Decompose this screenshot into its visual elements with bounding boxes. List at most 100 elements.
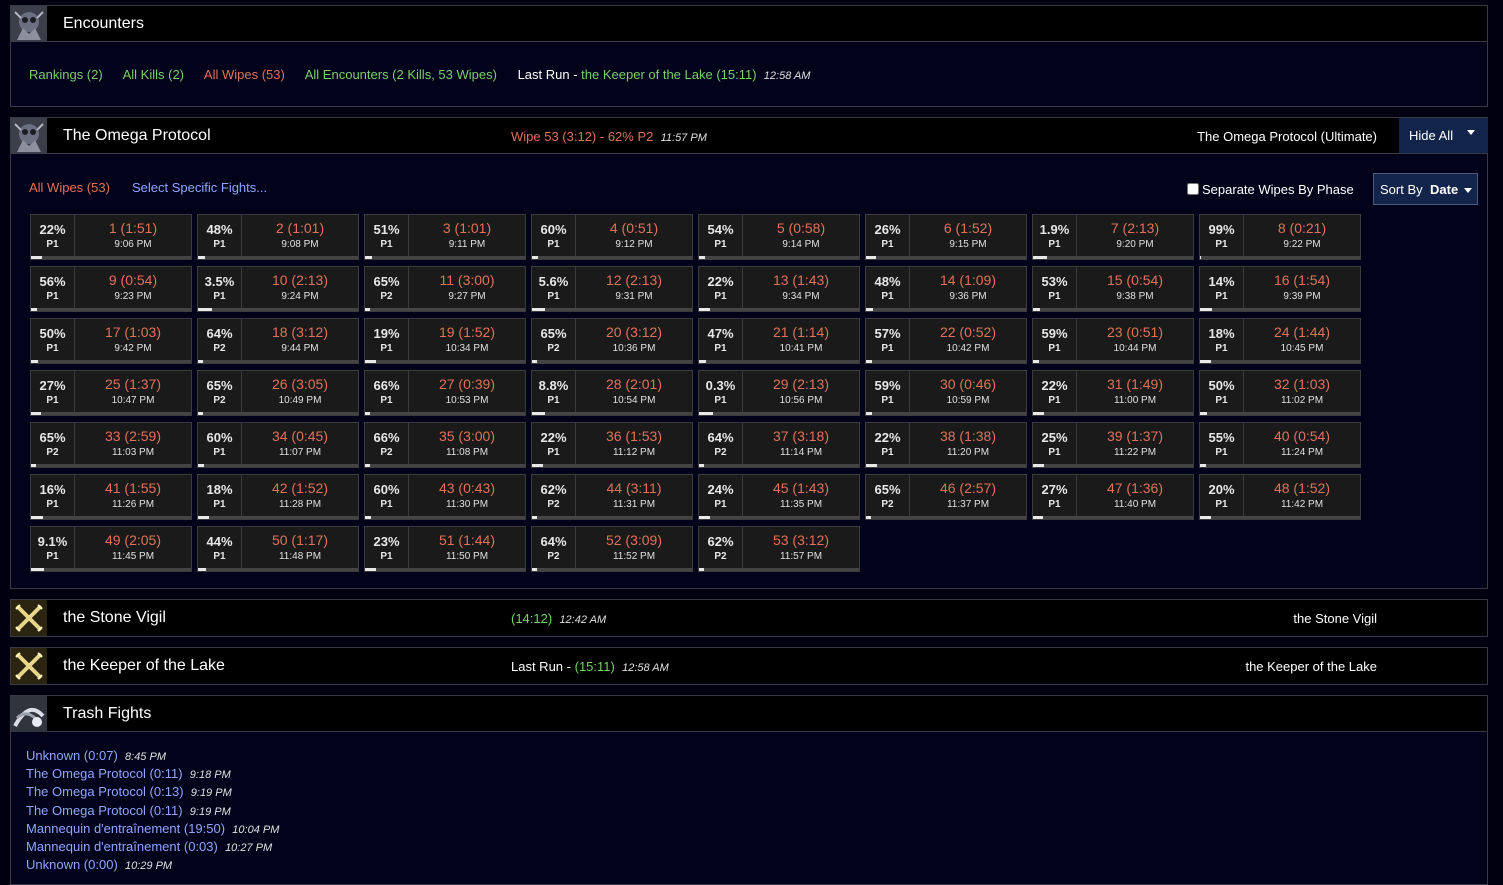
wipe-tile[interactable]: 23% P1 51 (1:44) 11:50 PM [364, 526, 526, 572]
wipe-tile[interactable]: 59% P1 30 (0:46) 10:59 PM [865, 370, 1027, 416]
wipe-tile[interactable]: 56% P1 9 (0:54) 9:23 PM [30, 266, 192, 312]
wipe-name: 34 (0:45) [271, 428, 329, 444]
wipe-progress-bar [198, 516, 209, 519]
trash-fight-link[interactable]: The Omega Protocol (0:11) [26, 766, 183, 781]
wipe-tile[interactable]: 47% P1 21 (1:14) 10:41 PM [698, 318, 860, 364]
wipe-tile[interactable]: 25% P1 39 (1:37) 11:22 PM [1032, 422, 1194, 468]
keeper-duration[interactable]: (15:11) [575, 659, 615, 674]
rankings-link[interactable]: Rankings (2) [29, 67, 103, 82]
trash-fight-link[interactable]: The Omega Protocol (0:13) [26, 784, 184, 799]
wipe-percent-cell: 50% P1 [31, 319, 75, 360]
wipe-tile[interactable]: 65% P2 33 (2:59) 11:03 PM [30, 422, 192, 468]
wipe-tile[interactable]: 14% P1 16 (1:54) 9:39 PM [1199, 266, 1361, 312]
wipe-tile[interactable]: 3.5% P1 10 (2:13) 9:24 PM [197, 266, 359, 312]
sort-by-dropdown[interactable]: Sort By Date [1373, 173, 1478, 205]
wipe-tile[interactable]: 62% P2 53 (3:12) 11:57 PM [698, 526, 860, 572]
trash-fight-link[interactable]: Unknown (0:07) [26, 748, 118, 763]
wipe-tile[interactable]: 65% P2 26 (3:05) 10:49 PM [197, 370, 359, 416]
wipe-tile[interactable]: 20% P1 48 (1:52) 11:42 PM [1199, 474, 1361, 520]
wipe-progress-bar [31, 412, 41, 415]
wipe-progress-track [866, 360, 1026, 363]
separate-wipes-checkbox[interactable] [1187, 183, 1199, 195]
wipe-progress-bar [699, 360, 706, 363]
wipe-tile[interactable]: 22% P1 1 (1:51) 9:06 PM [30, 214, 192, 260]
wipe-tile[interactable]: 64% P2 52 (3:09) 11:52 PM [531, 526, 693, 572]
wipe-progress-track [198, 464, 358, 467]
wipe-tile[interactable]: 59% P1 23 (0:51) 10:44 PM [1032, 318, 1194, 364]
wipe-progress-bar [365, 412, 370, 415]
wipe-tile[interactable]: 64% P2 37 (3:18) 11:14 PM [698, 422, 860, 468]
wipe-tile[interactable]: 19% P1 19 (1:52) 10:34 PM [364, 318, 526, 364]
wipe-tile[interactable]: 99% P1 8 (0:21) 9:22 PM [1199, 214, 1361, 260]
select-specific-fights-link[interactable]: Select Specific Fights... [132, 180, 267, 195]
trash-fight-link[interactable]: Mannequin d'entraînement (0:03) [26, 839, 218, 854]
keeper-title[interactable]: the Keeper of the Lake [63, 657, 225, 675]
wipe-tile[interactable]: 22% P1 38 (1:38) 11:20 PM [865, 422, 1027, 468]
wipe-tile[interactable]: 65% P2 46 (2:57) 11:37 PM [865, 474, 1027, 520]
wipe-tile[interactable]: 5.6% P1 12 (2:13) 9:31 PM [531, 266, 693, 312]
wipe-tile[interactable]: 22% P1 36 (1:53) 11:12 PM [531, 422, 693, 468]
wipe-progress-track [31, 360, 191, 363]
wipe-tile[interactable]: 27% P1 47 (1:36) 11:40 PM [1032, 474, 1194, 520]
wipe-phase: P1 [1215, 343, 1228, 354]
wipe-tile[interactable]: 55% P1 40 (0:54) 11:24 PM [1199, 422, 1361, 468]
wipe-tile[interactable]: 50% P1 32 (1:03) 11:02 PM [1199, 370, 1361, 416]
latest-wipe-link[interactable]: Wipe 53 (3:12) - 62% P2 [511, 129, 653, 144]
stone-vigil-panel: the Stone Vigil (14:12) 12:42 AM the Sto… [10, 599, 1488, 637]
wipe-tile[interactable]: 18% P1 24 (1:44) 10:45 PM [1199, 318, 1361, 364]
wipe-tile[interactable]: 60% P1 4 (0:51) 9:12 PM [531, 214, 693, 260]
wipe-tile[interactable]: 66% P2 35 (3:00) 11:08 PM [364, 422, 526, 468]
wipe-tile[interactable]: 65% P2 11 (3:00) 9:27 PM [364, 266, 526, 312]
wipe-tile[interactable]: 53% P1 15 (0:54) 9:38 PM [1032, 266, 1194, 312]
wipe-tile[interactable]: 18% P1 42 (1:52) 11:28 PM [197, 474, 359, 520]
all-encounters-link[interactable]: All Encounters (2 Kills, 53 Wipes) [305, 67, 497, 82]
wipe-tile[interactable]: 9.1% P1 49 (2:05) 11:45 PM [30, 526, 192, 572]
wipe-tile[interactable]: 26% P1 6 (1:52) 9:15 PM [865, 214, 1027, 260]
omega-boss-icon [11, 6, 47, 42]
wipe-phase: P1 [380, 551, 393, 562]
wipe-percent: 3.5% [204, 274, 235, 289]
wipe-tile[interactable]: 66% P1 27 (0:39) 10:53 PM [364, 370, 526, 416]
wipe-tile[interactable]: 60% P1 43 (0:43) 11:30 PM [364, 474, 526, 520]
stone-vigil-duration[interactable]: (14:12) [511, 611, 552, 626]
wipe-tile[interactable]: 8.8% P1 28 (2:01) 10:54 PM [531, 370, 693, 416]
wipe-time: 11:08 PM [445, 447, 489, 458]
wipe-percent: 25% [1041, 430, 1068, 445]
omega-all-wipes-link[interactable]: All Wipes (53) [29, 180, 110, 195]
wipe-tile[interactable]: 51% P1 3 (1:01) 9:11 PM [364, 214, 526, 260]
separate-wipes-toggle[interactable]: Separate Wipes By Phase [1187, 182, 1354, 197]
last-run-link[interactable]: the Keeper of the Lake (15:11) [581, 67, 756, 82]
wipe-tile[interactable]: 62% P2 44 (3:11) 11:31 PM [531, 474, 693, 520]
wipe-tile[interactable]: 48% P1 14 (1:09) 9:36 PM [865, 266, 1027, 312]
wipe-tile[interactable]: 54% P1 5 (0:58) 9:14 PM [698, 214, 860, 260]
wipe-phase: P1 [547, 395, 560, 406]
wipe-tile[interactable]: 57% P1 22 (0:52) 10:42 PM [865, 318, 1027, 364]
all-wipes-link[interactable]: All Wipes (53) [204, 67, 285, 82]
wipe-name: 7 (2:13) [1110, 220, 1160, 236]
wipe-progress-bar [1200, 256, 1201, 259]
wipe-percent-cell: 59% P1 [866, 371, 910, 412]
wipe-tile[interactable]: 24% P1 45 (1:43) 11:35 PM [698, 474, 860, 520]
trash-fight-link[interactable]: Mannequin d'entraînement (19:50) [26, 821, 225, 836]
wipe-tile[interactable]: 50% P1 17 (1:03) 9:42 PM [30, 318, 192, 364]
wipe-tile[interactable]: 60% P1 34 (0:45) 11:07 PM [197, 422, 359, 468]
wipe-tile[interactable]: 16% P1 41 (1:55) 11:26 PM [30, 474, 192, 520]
wipe-name: 39 (1:37) [1106, 428, 1164, 444]
wipe-tile[interactable]: 48% P1 2 (1:01) 9:08 PM [197, 214, 359, 260]
wipe-tile[interactable]: 1.9% P1 7 (2:13) 9:20 PM [1032, 214, 1194, 260]
omega-title[interactable]: The Omega Protocol [63, 127, 211, 145]
wipe-tile[interactable]: 0.3% P1 29 (2:13) 10:56 PM [698, 370, 860, 416]
stone-vigil-title[interactable]: the Stone Vigil [63, 609, 166, 627]
wipe-tile[interactable]: 44% P1 50 (1:17) 11:48 PM [197, 526, 359, 572]
wipe-tile[interactable]: 27% P1 25 (1:37) 10:47 PM [30, 370, 192, 416]
hide-all-button[interactable]: Hide All [1399, 118, 1488, 153]
trash-fight-link[interactable]: Unknown (0:00) [26, 857, 118, 872]
wipe-percent-cell: 50% P1 [1200, 371, 1244, 412]
wipe-tile[interactable]: 22% P1 31 (1:49) 11:00 PM [1032, 370, 1194, 416]
all-kills-link[interactable]: All Kills (2) [123, 67, 184, 82]
wipe-tile[interactable]: 22% P1 13 (1:43) 9:34 PM [698, 266, 860, 312]
wipe-tile[interactable]: 65% P2 20 (3:12) 10:36 PM [531, 318, 693, 364]
keeper-header: the Keeper of the Lake Last Run - (15:11… [11, 648, 1487, 684]
wipe-tile[interactable]: 64% P2 18 (3:12) 9:44 PM [197, 318, 359, 364]
trash-fight-link[interactable]: The Omega Protocol (0:11) [26, 803, 183, 818]
